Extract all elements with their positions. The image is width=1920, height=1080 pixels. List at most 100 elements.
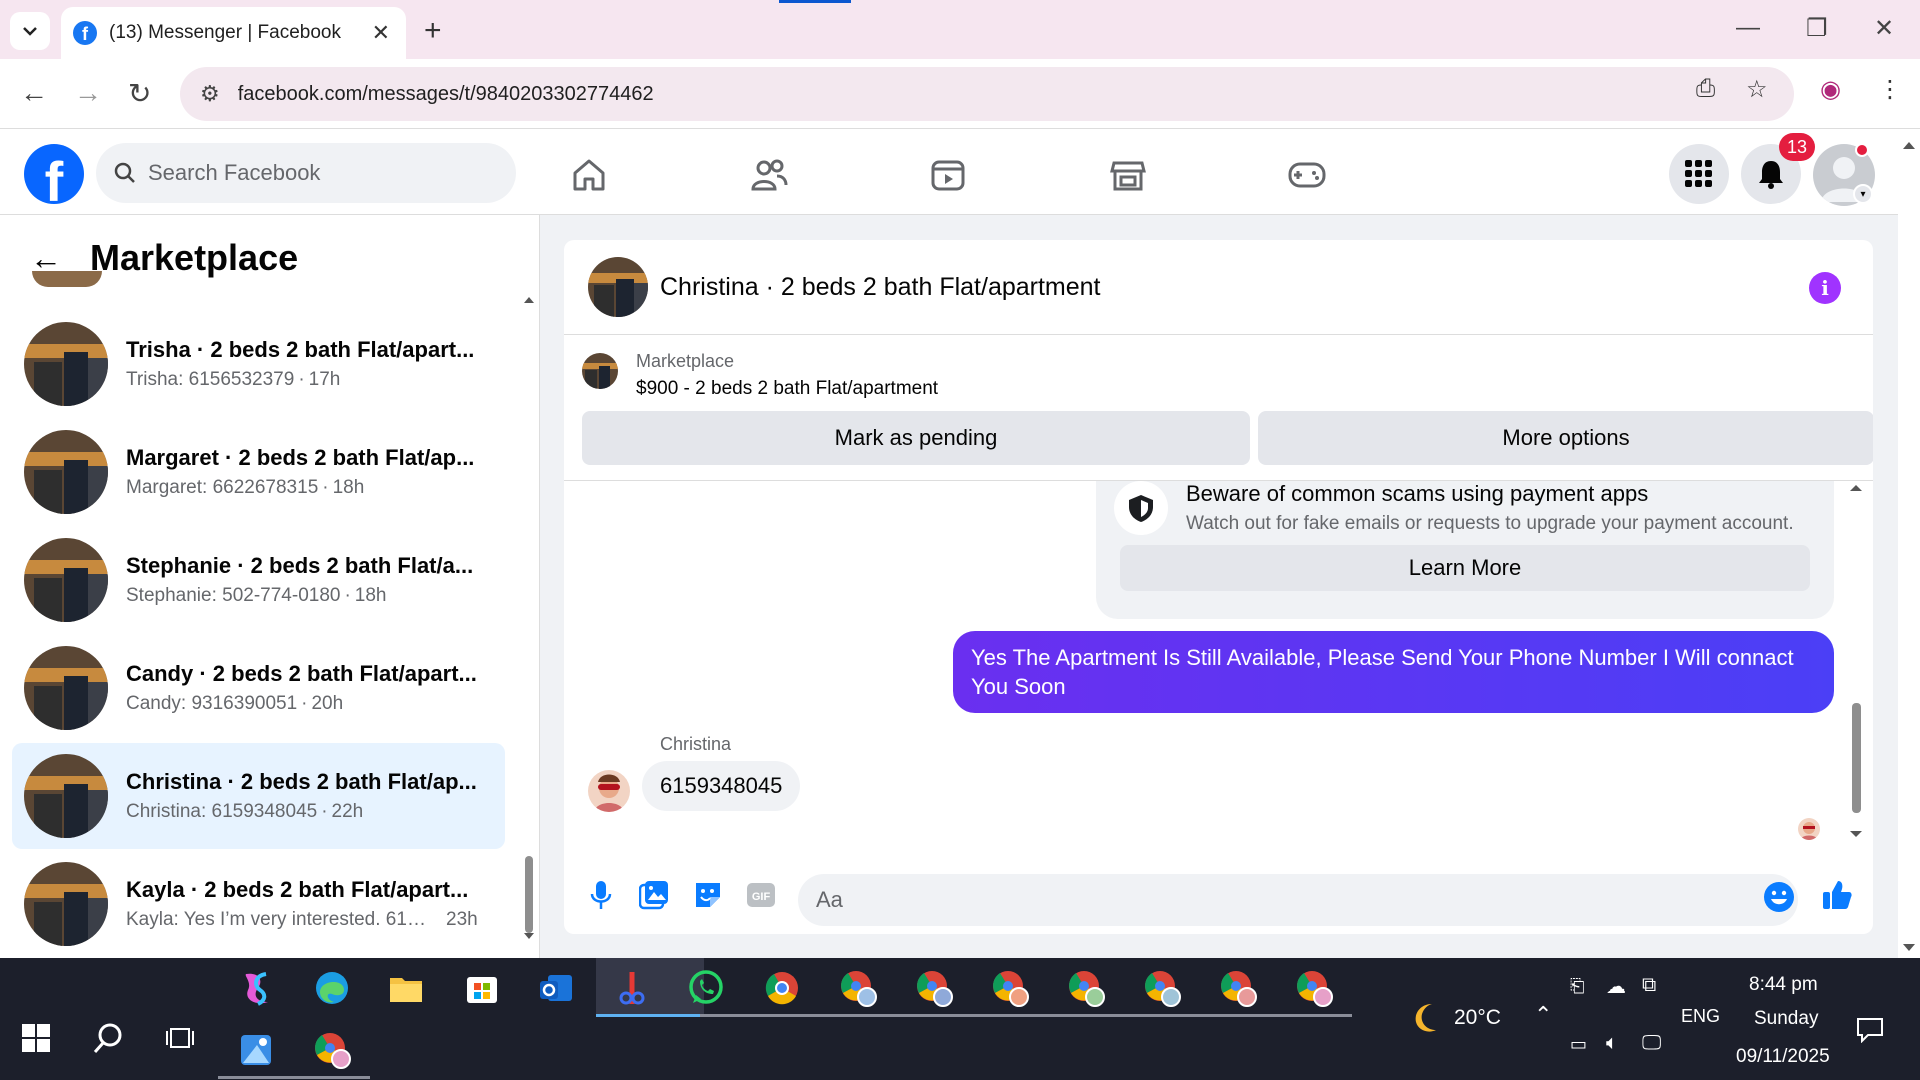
menu-grid-button[interactable]: [1669, 144, 1729, 204]
file-explorer-icon[interactable]: [386, 968, 426, 1008]
listing-small-thumbnail: [582, 353, 618, 389]
volume-icon[interactable]: 🔈︎: [1606, 1032, 1618, 1055]
address-bar[interactable]: ⚙ facebook.com/messages/t/98402033027744…: [180, 67, 1794, 121]
chrome-profile-icon[interactable]: [312, 1030, 352, 1070]
conversation-snippet: Trisha: 6156532379: [126, 369, 295, 390]
browser-tab[interactable]: f (13) Messenger | Facebook ✕: [61, 7, 406, 59]
forward-arrow-icon[interactable]: →: [74, 77, 102, 109]
battery-icon[interactable]: ▭: [1570, 1034, 1587, 1055]
reload-icon[interactable]: ↻: [128, 77, 151, 110]
chat-scrollbar[interactable]: [1848, 481, 1864, 841]
meet-now-icon[interactable]: ⎗: [1570, 976, 1584, 997]
language-indicator[interactable]: ENG: [1681, 1006, 1720, 1027]
bookmark-star-icon[interactable]: ☆: [1746, 75, 1768, 104]
conversation-snippet: Candy: 9316390051: [126, 693, 298, 714]
message-input[interactable]: Aa: [798, 874, 1798, 926]
message-composer: GIF Aa: [564, 860, 1873, 934]
tab-search-dropdown[interactable]: [10, 12, 50, 50]
back-arrow-icon[interactable]: ←: [20, 77, 48, 109]
browser-menu-icon[interactable]: ⋮: [1878, 75, 1902, 104]
like-thumb-icon[interactable]: [1820, 878, 1854, 912]
grid-icon: [1685, 160, 1712, 187]
facebook-logo-icon[interactable]: f: [24, 144, 84, 204]
chrome-profile-icon[interactable]: [1218, 968, 1258, 1008]
whatsapp-icon[interactable]: [686, 968, 726, 1008]
page-scrollbar[interactable]: [1898, 129, 1920, 958]
new-tab-icon[interactable]: +: [424, 14, 442, 48]
conversation-item[interactable]: Candy · 2 beds 2 bath Flat/apart... Candy…: [12, 635, 505, 741]
outlook-icon[interactable]: [536, 968, 576, 1008]
gif-icon[interactable]: GIF: [744, 878, 778, 912]
show-hidden-icons-icon[interactable]: ⌃: [1534, 1002, 1552, 1028]
paint-icon[interactable]: [236, 1030, 276, 1070]
microphone-icon[interactable]: [584, 878, 618, 912]
listing-price[interactable]: $900 - 2 beds 2 bath Flat/apartment: [636, 378, 938, 400]
chrome-profile-icon[interactable]: [1294, 968, 1334, 1008]
info-icon[interactable]: i: [1809, 272, 1841, 304]
window-close-icon[interactable]: ✕: [1874, 14, 1894, 43]
restore-icon[interactable]: ❐: [1806, 14, 1828, 43]
learn-more-button[interactable]: Learn More: [1120, 545, 1810, 591]
conversation-item-active[interactable]: Christina · 2 beds 2 bath Flat/ap... Chri…: [12, 743, 505, 849]
sender-avatar[interactable]: [588, 770, 630, 812]
home-icon[interactable]: [569, 155, 609, 195]
install-app-icon[interactable]: ⎙: [1696, 75, 1715, 103]
running-indicator: [1276, 1014, 1352, 1017]
facebook-logo-letter: f: [44, 150, 64, 205]
windows-start-icon[interactable]: [16, 1018, 56, 1058]
windows-taskbar: 20°C ⌃ ⎗ ☁ ⧉ ▭ 🔈︎ 🖵 ENG 8:44 pm Sunday 0…: [0, 958, 1920, 1080]
conversation-item[interactable]: Stephanie · 2 beds 2 bath Flat/a... Steph…: [12, 527, 505, 633]
conversation-snippet: Christina: 6159348045: [126, 801, 318, 822]
bell-icon: [1759, 161, 1783, 189]
running-indicator: [1048, 1014, 1124, 1017]
chrome-icon[interactable]: [762, 968, 802, 1008]
search-icon[interactable]: [88, 1018, 128, 1058]
photo-icon[interactable]: [637, 878, 671, 912]
profile-icon[interactable]: ◉: [1820, 75, 1841, 104]
tab-close-icon[interactable]: ✕: [372, 20, 390, 46]
emoji-icon[interactable]: [1762, 880, 1796, 914]
clock-date[interactable]: 09/11/2025: [1736, 1046, 1830, 1068]
listing-thumbnail: [24, 538, 108, 622]
snipping-tool-icon[interactable]: [612, 968, 652, 1008]
conversation-item[interactable]: Margaret · 2 beds 2 bath Flat/ap... Marga…: [12, 419, 505, 525]
video-icon[interactable]: [928, 155, 968, 195]
onedrive-cloud-icon[interactable]: ☁: [1606, 974, 1626, 999]
chat-listing-thumbnail[interactable]: [588, 257, 648, 317]
list-title: Marketplace: [90, 237, 299, 278]
chrome-profile-icon[interactable]: [838, 968, 878, 1008]
chrome-profile-icon[interactable]: [1142, 968, 1182, 1008]
marketplace-icon[interactable]: [1108, 155, 1148, 195]
friends-icon[interactable]: [749, 155, 789, 195]
notification-center-icon[interactable]: [1850, 1010, 1890, 1050]
task-view-icon[interactable]: [160, 1018, 200, 1058]
sticker-icon[interactable]: [691, 878, 725, 912]
incoming-message[interactable]: 6159348045: [642, 761, 801, 811]
weather-temperature[interactable]: 20°C: [1454, 1006, 1501, 1030]
cast-icon[interactable]: ⧉: [1642, 974, 1656, 997]
listing-thumbnail: [24, 430, 108, 514]
outgoing-message[interactable]: Yes The Apartment Is Still Available, Pl…: [953, 631, 1834, 713]
weather-moon-icon[interactable]: [1406, 998, 1446, 1038]
gaming-icon[interactable]: [1287, 155, 1327, 195]
network-icon[interactable]: 🖵: [1642, 1032, 1661, 1055]
clock-time[interactable]: 8:44 pm: [1749, 974, 1818, 996]
copilot-icon[interactable]: [236, 968, 276, 1008]
chat-title[interactable]: Christina · 2 beds 2 bath Flat/apartment: [660, 273, 1101, 302]
chrome-profile-icon[interactable]: [1066, 968, 1106, 1008]
minimize-icon[interactable]: —: [1736, 14, 1760, 42]
conversation-item[interactable]: Kayla · 2 beds 2 bath Flat/apart... Kayla…: [12, 851, 505, 957]
list-scrollbar[interactable]: [522, 291, 536, 941]
edge-icon[interactable]: [312, 968, 352, 1008]
chrome-profile-icon[interactable]: [990, 968, 1030, 1008]
account-chevron-icon[interactable]: ▾: [1853, 184, 1873, 204]
conversation-name: Kayla · 2 beds 2 bath Flat/apart...: [126, 877, 469, 902]
chrome-profile-icon[interactable]: [914, 968, 954, 1008]
mark-as-pending-button[interactable]: Mark as pending: [582, 411, 1250, 465]
facebook-search-input[interactable]: Search Facebook: [96, 143, 516, 203]
clock-day[interactable]: Sunday: [1754, 1008, 1818, 1030]
conversation-item[interactable]: Trisha · 2 beds 2 bath Flat/apart... Tris…: [12, 311, 505, 417]
microsoft-store-icon[interactable]: [462, 968, 502, 1008]
more-options-button[interactable]: More options: [1258, 411, 1873, 465]
site-settings-icon[interactable]: ⚙: [200, 81, 220, 107]
